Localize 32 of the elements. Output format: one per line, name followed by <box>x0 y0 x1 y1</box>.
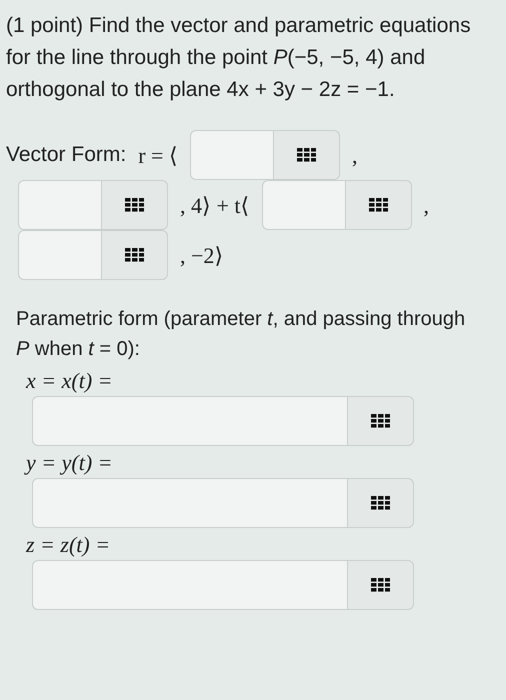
keypad-icon <box>296 148 316 162</box>
answer-field[interactable] <box>262 180 346 230</box>
parametric-intro: Parametric form (parameter t, and passing through P when t = 0): <box>16 307 466 362</box>
keypad-icon <box>371 414 390 428</box>
equation-editor-button[interactable] <box>348 396 414 446</box>
equation-editor-button[interactable] <box>346 180 412 230</box>
math-expression: , <box>424 192 430 220</box>
math-expression: , −2⟩ <box>180 242 224 270</box>
answer-field[interactable] <box>32 560 348 610</box>
equation-editor-button[interactable] <box>102 180 168 230</box>
equation-editor-button[interactable] <box>102 230 168 280</box>
keypad-icon <box>125 248 144 262</box>
math-expression: , <box>352 142 358 170</box>
keypad-icon <box>125 198 144 212</box>
equation-label: z = z(t) = <box>24 531 112 559</box>
equation-editor-button[interactable] <box>274 130 340 180</box>
keypad-icon <box>371 496 390 510</box>
vector-form-label: Vector Form: <box>6 142 126 168</box>
answer-field[interactable] <box>32 478 348 528</box>
equation-label: y = y(t) = <box>23 449 114 477</box>
equation-label: x = x(t) = <box>24 367 114 395</box>
math-expression: r = ⟨ <box>138 142 178 170</box>
math-expression: , 4⟩ + t⟨ <box>180 192 250 220</box>
keypad-icon <box>368 198 388 212</box>
problem-statement: (1 point) Find the vector and parametric equations for the line through the point P(−5, −5, 4) and orthogonal to the plane 4x + 3y − 2z = −1. <box>6 13 472 103</box>
answer-field[interactable] <box>18 230 102 280</box>
equation-editor-button[interactable] <box>348 478 414 528</box>
answer-field[interactable] <box>190 130 274 180</box>
answer-field[interactable] <box>32 396 348 446</box>
answer-field[interactable] <box>18 180 102 230</box>
keypad-icon <box>371 578 390 592</box>
equation-editor-button[interactable] <box>348 560 414 610</box>
